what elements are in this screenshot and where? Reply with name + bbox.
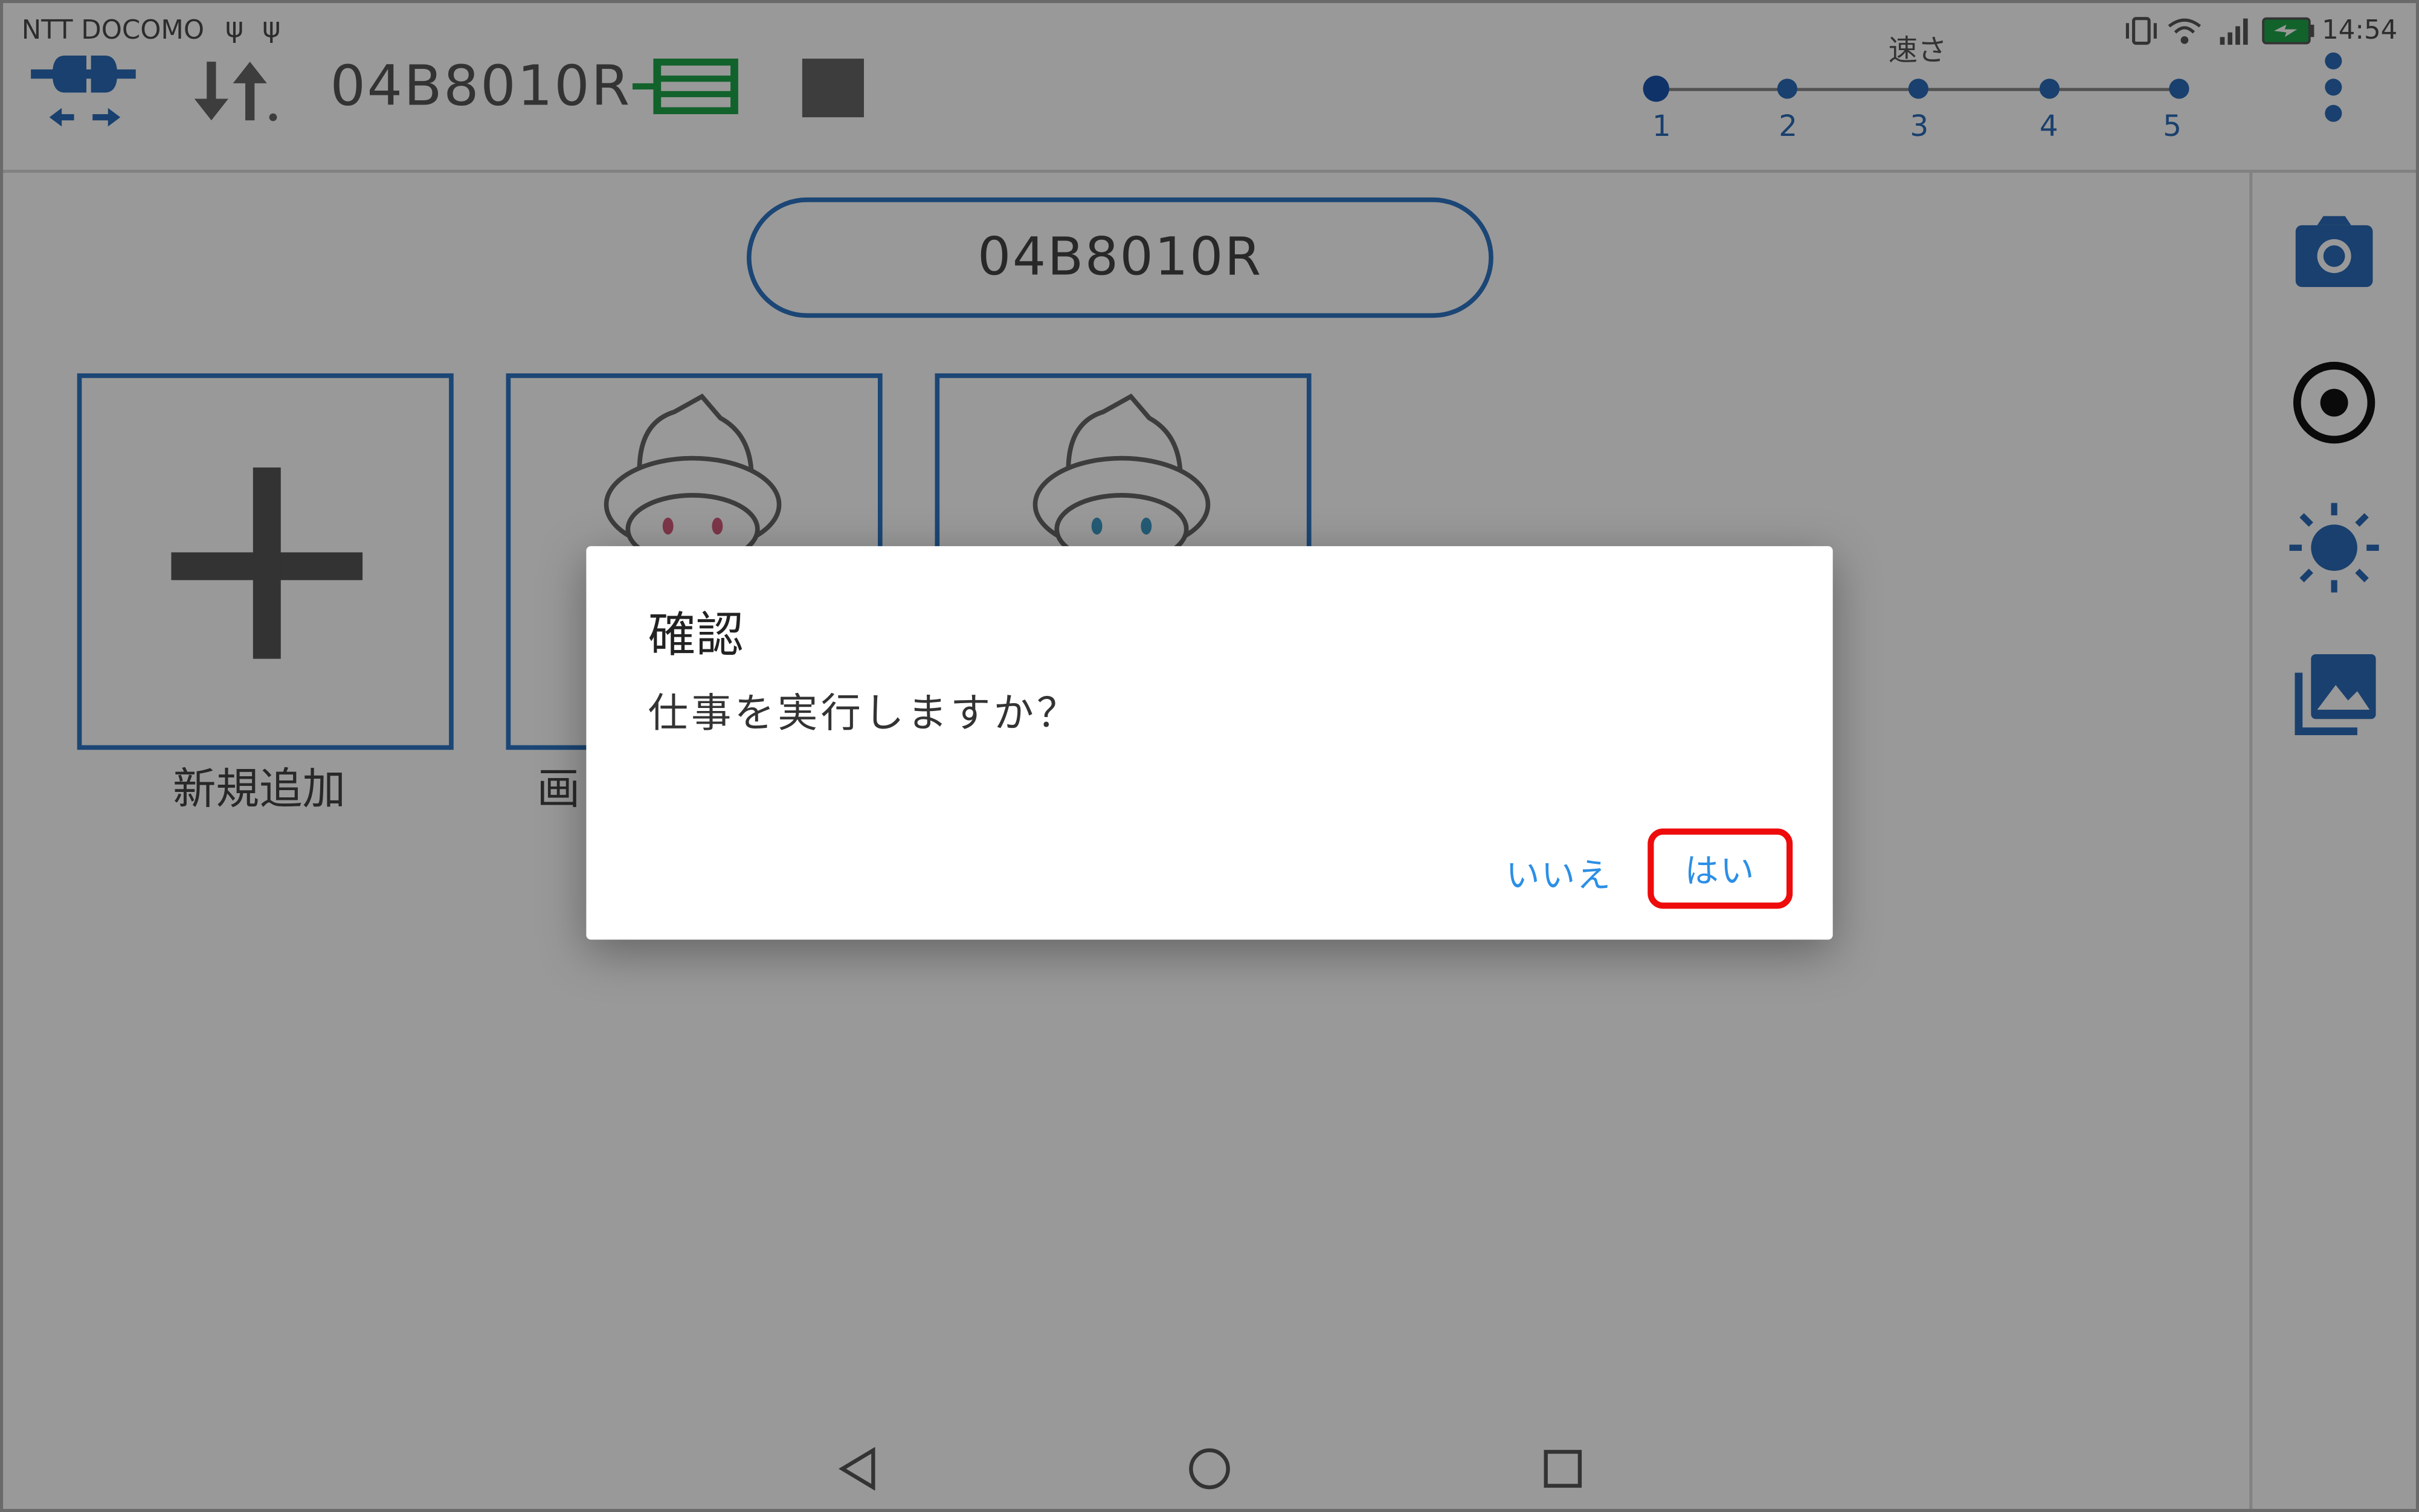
screen: NTT DOCOMO ψ ψ 14:54 04B8010R 速さ 1 2 3 4… <box>0 0 2419 1512</box>
yes-button[interactable]: はい <box>1648 828 1793 909</box>
yes-button-label: はい <box>1684 853 1756 892</box>
dialog-message: 仕事を実行しますか？ <box>648 691 1080 738</box>
confirm-dialog: 確認 仕事を実行しますか？ いいえ はい <box>586 546 1833 940</box>
no-button[interactable]: いいえ <box>1506 849 1612 898</box>
dialog-title: 確認 <box>648 608 744 664</box>
